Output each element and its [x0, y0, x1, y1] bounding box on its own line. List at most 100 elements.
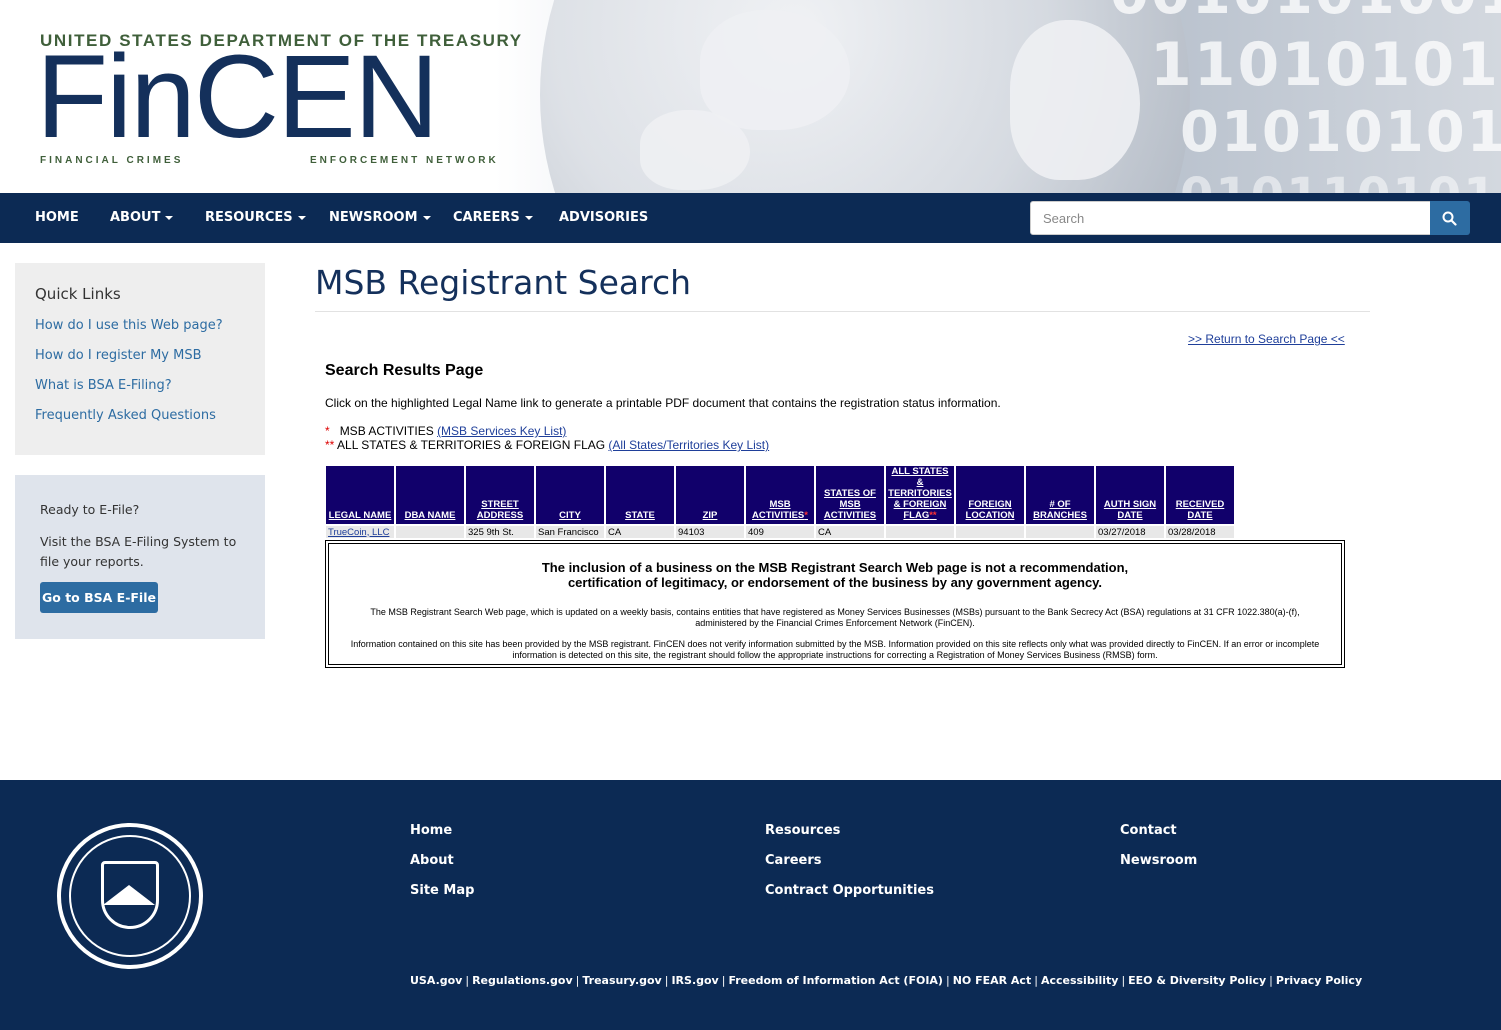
search-icon	[1442, 211, 1457, 226]
go-to-bsa-efile-button[interactable]: Go to BSA E-File	[40, 582, 158, 613]
states-key: ** ALL STATES & TERRITORIES & FOREIGN FL…	[325, 438, 769, 452]
table-cell	[886, 524, 954, 538]
footer-link-resources[interactable]: Resources	[765, 823, 840, 838]
col-label: ALL STATES & TERRITORIES & FOREIGN FLAG	[888, 466, 952, 521]
footer-link-home[interactable]: Home	[410, 823, 452, 838]
footer-link-treasury-gov[interactable]: Treasury.gov	[582, 974, 661, 987]
col-label: MSB ACTIVITIES	[752, 499, 805, 521]
globe-land	[640, 110, 750, 190]
col-dba-name[interactable]: DBA NAME	[396, 466, 464, 524]
col-msb-activities[interactable]: MSB ACTIVITIES*	[746, 466, 814, 524]
quick-link-use-page[interactable]: How do I use this Web page?	[35, 311, 245, 341]
quick-link-bsa-efiling[interactable]: What is BSA E-Filing?	[35, 371, 245, 401]
key-star: **	[929, 510, 937, 521]
col-street-address[interactable]: STREET ADDRESS	[466, 466, 534, 524]
caret-down-icon	[524, 215, 533, 220]
nav-careers[interactable]: CAREERS	[453, 210, 533, 225]
msb-activities-key: * MSB ACTIVITIES (MSB Services Key List)	[325, 424, 566, 438]
msb-services-key-link[interactable]: (MSB Services Key List)	[437, 424, 566, 438]
col-legal-name[interactable]: LEGAL NAME	[326, 466, 394, 524]
efile-panel: Ready to E-File? Visit the BSA E-Filing …	[15, 475, 265, 639]
footer-bottom-links: USA.gov | Regulations.gov | Treasury.gov | IRS…	[410, 974, 1363, 987]
nav-newsroom[interactable]: NEWSROOM	[329, 210, 431, 225]
footer-link-regulations-gov[interactable]: Regulations.gov	[472, 974, 573, 987]
footer-link-careers[interactable]: Careers	[765, 853, 822, 868]
table-cell: CA	[816, 524, 884, 538]
footer-link-usa-gov[interactable]: USA.gov	[410, 974, 462, 987]
table-cell: 03/27/2018	[1096, 524, 1164, 538]
header-banner: 0010101001111 11010101010 0101010101 010…	[0, 0, 1501, 193]
key-star: *	[325, 424, 330, 438]
col-city[interactable]: CITY	[536, 466, 604, 524]
footer-link-about[interactable]: About	[410, 853, 454, 868]
table-cell: 409	[746, 524, 814, 538]
fincen-seal-logo	[57, 823, 203, 969]
caret-down-icon	[297, 215, 306, 220]
nav-resources[interactable]: RESOURCES	[205, 210, 306, 225]
col-state[interactable]: STATE	[606, 466, 674, 524]
table-row: TrueCoin, LLC 325 9th St. San Francisco …	[326, 524, 1234, 538]
efile-text: Visit the BSA E-Filing System to file yo…	[40, 534, 237, 569]
table-cell: 325 9th St.	[466, 524, 534, 538]
caret-down-icon	[422, 215, 431, 220]
footer-link-irs-gov[interactable]: IRS.gov	[671, 974, 718, 987]
footer	[0, 780, 1501, 1030]
disclaimer-paragraph: Information contained on this site has b…	[350, 639, 1320, 660]
return-to-search-link[interactable]: >> Return to Search Page <<	[1188, 332, 1345, 346]
states-key-link[interactable]: (All States/Territories Key List)	[608, 438, 769, 452]
footer-link-contact[interactable]: Contact	[1120, 823, 1177, 838]
disclaimer-inner: The inclusion of a business on the MSB R…	[328, 543, 1342, 665]
instructions-text: Click on the highlighted Legal Name link…	[325, 396, 1001, 410]
nav-about[interactable]: ABOUT	[110, 210, 174, 225]
table-cell: 94103	[676, 524, 744, 538]
col-states-of-msb[interactable]: STATES OF MSB ACTIVITIES	[816, 466, 884, 524]
legal-name-link[interactable]: TrueCoin, LLC	[326, 524, 394, 538]
col-all-states[interactable]: ALL STATES & TERRITORIES & FOREIGN FLAG*…	[886, 466, 954, 524]
col-zip[interactable]: ZIP	[676, 466, 744, 524]
quick-link-register-msb[interactable]: How do I register My MSB	[35, 341, 245, 371]
search-input[interactable]	[1030, 201, 1431, 235]
footer-link-foia[interactable]: Freedom of Information Act (FOIA)	[728, 974, 943, 987]
disclaimer-paragraph: The MSB Registrant Search Web page, whic…	[370, 607, 1300, 628]
footer-link-site-map[interactable]: Site Map	[410, 883, 474, 898]
binary-row: 0101010101	[1180, 100, 1501, 165]
title-divider	[315, 311, 1370, 312]
quick-links-title: Quick Links	[35, 285, 121, 303]
footer-link-privacy[interactable]: Privacy Policy	[1276, 974, 1362, 987]
table-cell: San Francisco	[536, 524, 604, 538]
key-star: *	[804, 510, 808, 521]
footer-link-contract-opportunities[interactable]: Contract Opportunities	[765, 883, 934, 898]
table-cell: CA	[606, 524, 674, 538]
logo-tagline-left: FINANCIAL CRIMES	[40, 155, 184, 166]
col-branches[interactable]: # OF BRANCHES	[1026, 466, 1094, 524]
globe-land	[700, 10, 850, 130]
col-received-date[interactable]: RECEIVED DATE	[1166, 466, 1234, 524]
results-table: LEGAL NAME DBA NAME STREET ADDRESS CITY …	[324, 466, 1236, 538]
quick-links-panel: Quick Links How do I use this Web page? …	[15, 263, 265, 455]
key-star: **	[325, 438, 335, 452]
binary-row: 11010101010	[1150, 30, 1501, 100]
footer-link-newsroom[interactable]: Newsroom	[1120, 853, 1197, 868]
chevron-icon	[103, 885, 155, 905]
footer-link-eeo[interactable]: EEO & Diversity Policy	[1128, 974, 1266, 987]
binary-row: 0010101001111	[1110, 0, 1501, 27]
fincen-logo[interactable]: FinCEN	[36, 38, 439, 156]
col-auth-sign-date[interactable]: AUTH SIGN DATE	[1096, 466, 1164, 524]
col-foreign-location[interactable]: FOREIGN LOCATION	[956, 466, 1024, 524]
nav-advisories[interactable]: ADVISORIES	[559, 210, 648, 225]
caret-down-icon	[165, 215, 174, 220]
efile-title: Ready to E-File?	[40, 502, 140, 517]
footer-link-accessibility[interactable]: Accessibility	[1041, 974, 1119, 987]
binary-row: 0101101010	[1180, 168, 1501, 193]
logo-tagline-right: ENFORCEMENT NETWORK	[310, 155, 499, 166]
table-cell	[956, 524, 1024, 538]
disclaimer-box: The inclusion of a business on the MSB R…	[325, 540, 1345, 668]
search-button[interactable]	[1430, 201, 1470, 235]
footer-link-no-fear-act[interactable]: NO FEAR Act	[953, 974, 1032, 987]
table-cell	[1026, 524, 1094, 538]
quick-link-faq[interactable]: Frequently Asked Questions	[35, 401, 245, 431]
table-cell: 03/28/2018	[1166, 524, 1234, 538]
key-label: MSB ACTIVITIES	[339, 424, 434, 438]
page-title: MSB Registrant Search	[315, 263, 692, 302]
nav-home[interactable]: HOME	[35, 210, 79, 225]
